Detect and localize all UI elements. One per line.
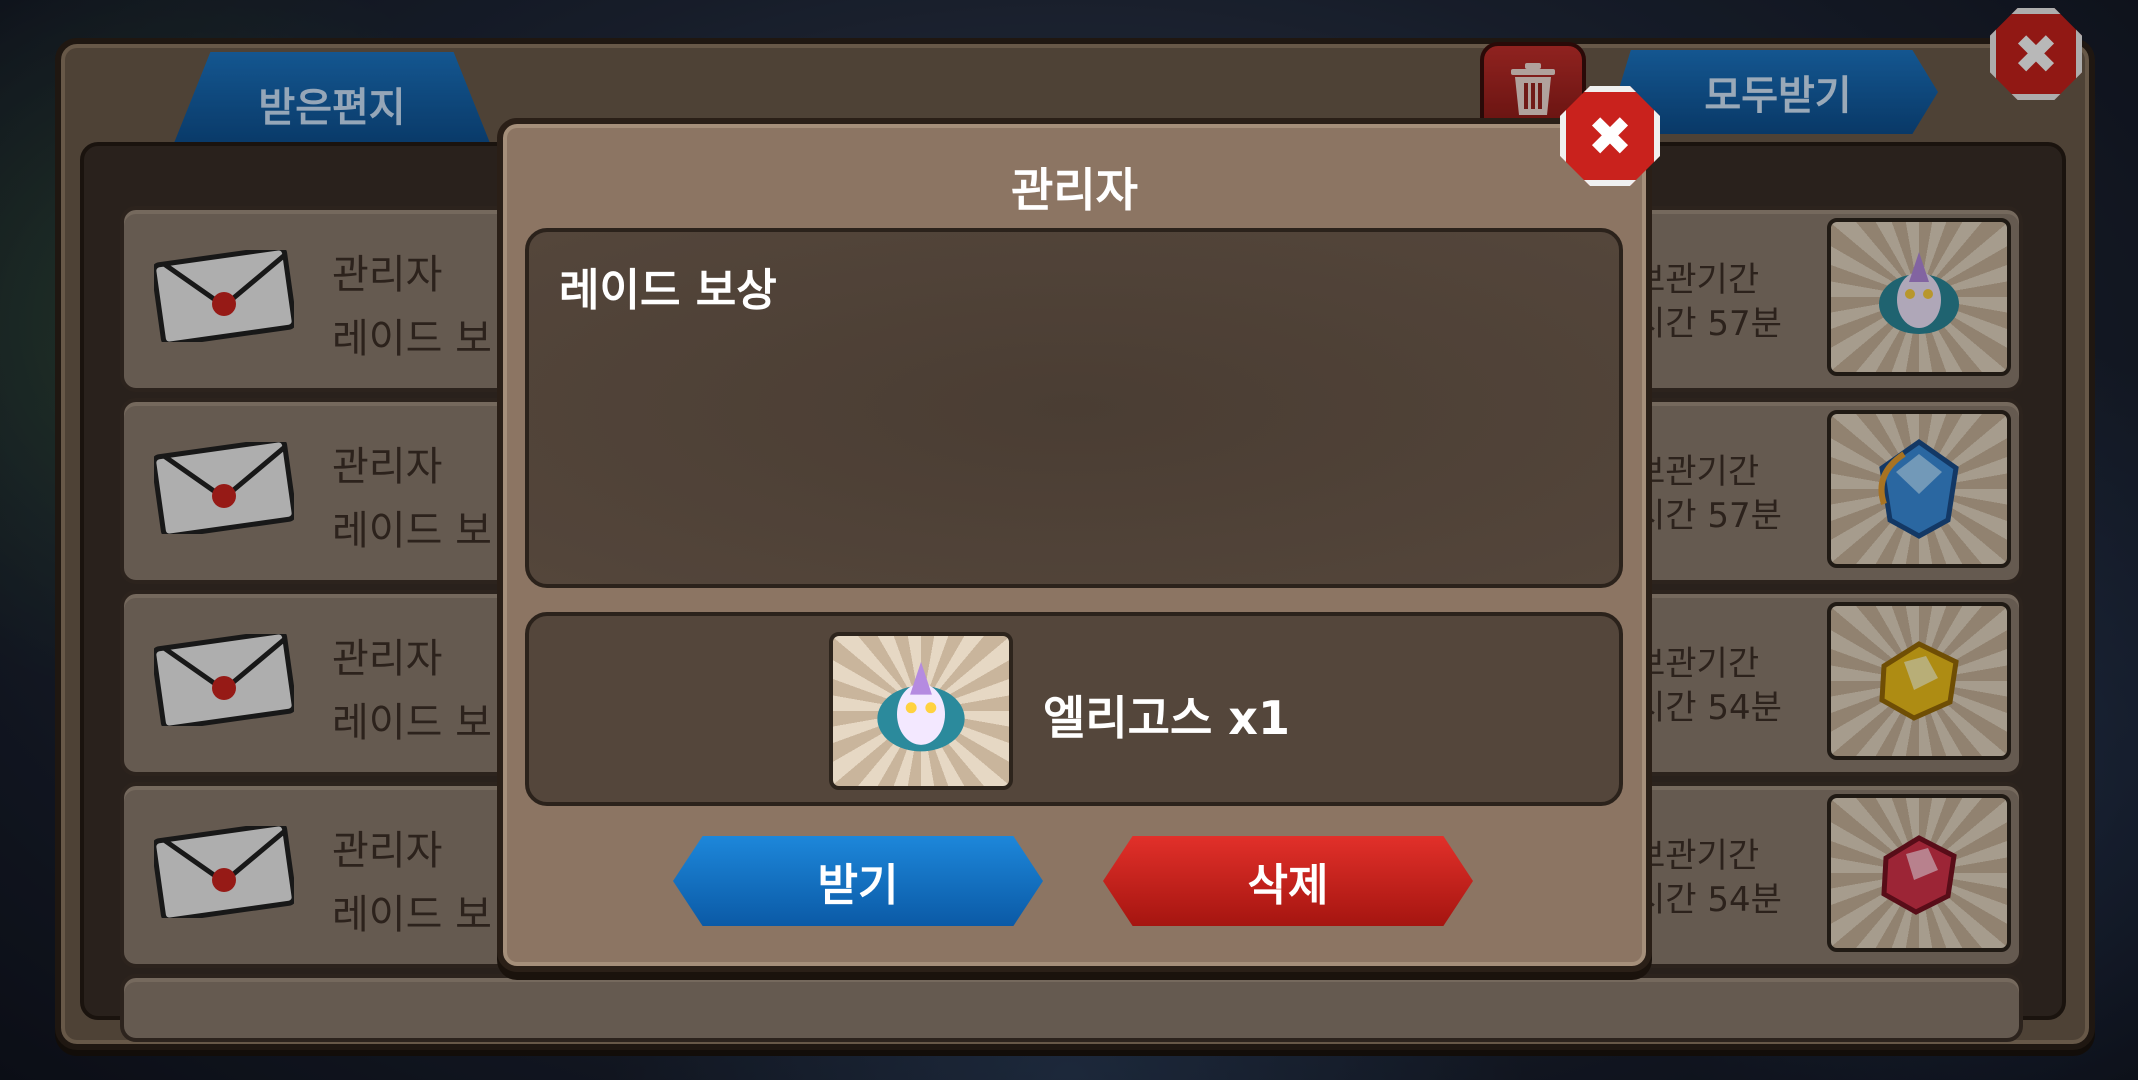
reward-item-thumbnail bbox=[829, 632, 1013, 790]
message-box: 레이드 보상 bbox=[525, 228, 1623, 588]
reward-box: 엘리고스 x1 bbox=[525, 612, 1623, 806]
message-text: 레이드 보상 bbox=[559, 265, 777, 316]
dragon-creature-icon bbox=[877, 661, 965, 752]
dialog-title: 관리자 bbox=[1011, 163, 1138, 217]
close-icon: ✖ bbox=[1587, 104, 1633, 168]
mail-detail-dialog: 관리자 레이드 보상 엘리고스 x1 받기 삭제 bbox=[497, 118, 1652, 972]
reward-item-label: 엘리고스 x1 bbox=[1043, 691, 1290, 745]
close-dialog-button[interactable]: ✖ bbox=[1560, 86, 1660, 186]
delete-button[interactable]: 삭제 bbox=[1103, 836, 1473, 926]
receive-button[interactable]: 받기 bbox=[673, 836, 1043, 926]
